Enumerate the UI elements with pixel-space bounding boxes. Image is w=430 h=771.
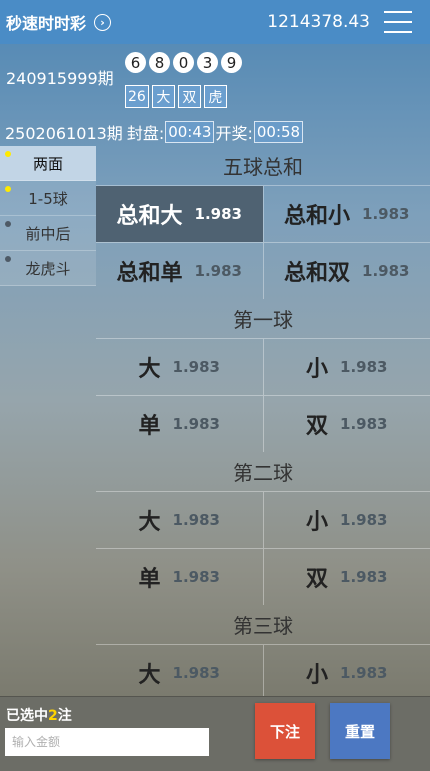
- draw-ball: 8: [149, 52, 170, 73]
- category-sidebar: 两面 1-5球前中后龙虎斗: [0, 146, 96, 286]
- bet-option-odds: 1.983: [173, 664, 220, 682]
- odds-row: 大 1.983 小 1.983: [96, 491, 430, 548]
- bet-option-odds: 1.983: [340, 358, 387, 376]
- bet-option[interactable]: 单 1.983: [96, 549, 263, 605]
- bet-option-name: 单: [139, 408, 161, 440]
- bet-option[interactable]: 大 1.983: [96, 492, 263, 548]
- sidebar-item-label: 龙虎斗: [25, 258, 70, 279]
- bet-option-odds: 1.983: [340, 511, 387, 529]
- sidebar-item-2[interactable]: 前中后: [0, 216, 96, 251]
- bet-option-odds: 1.983: [340, 568, 387, 586]
- current-period: 2502061013期: [5, 120, 123, 144]
- bet-option[interactable]: 大 1.983: [96, 339, 263, 395]
- close-countdown: 00:43: [165, 121, 214, 143]
- bet-option-odds: 1.983: [173, 511, 220, 529]
- sidebar-item-label: 前中后: [25, 223, 70, 244]
- reset-button[interactable]: 重置: [330, 703, 390, 759]
- close-label: 封盘:: [127, 120, 164, 144]
- game-title: 秒速时时彩: [6, 10, 86, 34]
- bet-option-name: 大: [139, 504, 161, 536]
- bet-option-odds: 1.983: [340, 664, 387, 682]
- bet-option[interactable]: 总和双 1.983: [263, 243, 430, 299]
- bet-option-odds: 1.983: [173, 568, 220, 586]
- bet-option-name: 小: [306, 351, 328, 383]
- betting-board: 五球总和总和大1.983总和小1.983总和单1.983总和双1.983第一球大…: [96, 146, 430, 696]
- draw-tags: 26大双虎: [125, 85, 230, 108]
- status-dot-icon: [5, 151, 11, 157]
- draw-tag: 双: [178, 85, 201, 108]
- bet-option[interactable]: 单 1.983: [96, 396, 263, 452]
- draw-tag: 26: [125, 85, 149, 108]
- bet-option[interactable]: 小 1.983: [263, 492, 430, 548]
- bet-option-name: 大: [139, 657, 161, 689]
- bet-option[interactable]: 大 1.983: [96, 645, 263, 696]
- sidebar-item-0[interactable]: 两面: [0, 146, 96, 181]
- draw-tag: 大: [152, 85, 175, 108]
- chevron-right-circle-icon[interactable]: ›: [94, 14, 111, 31]
- odds-row: 总和单 1.983 总和双 1.983: [96, 242, 430, 299]
- odds-row: 总和大 1.983 总和小 1.983: [96, 185, 430, 242]
- amount-input[interactable]: [5, 728, 209, 756]
- selected-count: 2: [48, 708, 58, 724]
- status-dot-icon: [5, 221, 11, 227]
- sidebar-item-label: 两面: [33, 153, 63, 174]
- status-dot-icon: [5, 186, 11, 192]
- bet-option-name: 双: [306, 561, 328, 593]
- open-countdown: 00:58: [254, 121, 303, 143]
- bet-option-name: 总和小: [284, 198, 350, 230]
- hamburger-menu-icon[interactable]: [384, 11, 412, 33]
- bet-option-name: 单: [139, 561, 161, 593]
- bet-option-name: 总和大: [117, 198, 183, 230]
- open-label: 开奖:: [215, 120, 252, 144]
- bet-option-odds: 1.983: [362, 205, 409, 223]
- odds-row: 大 1.983 小 1.983: [96, 338, 430, 395]
- bet-option-name: 总和单: [117, 255, 183, 287]
- odds-row: 单 1.983 双 1.983: [96, 548, 430, 605]
- bet-option-odds: 1.983: [173, 358, 220, 376]
- section-title: 第一球: [96, 299, 430, 338]
- selected-count-text: 已选中2注: [6, 705, 72, 725]
- odds-row: 单 1.983 双 1.983: [96, 395, 430, 452]
- last-draw-period: 240915999期: [6, 65, 114, 89]
- bet-option-name: 大: [139, 351, 161, 383]
- top-bar: 秒速时时彩 › 1214378.43: [0, 0, 430, 44]
- sidebar-item-label: 1-5球: [28, 188, 68, 209]
- account-balance: 1214378.43: [267, 12, 370, 32]
- draw-ball: 0: [173, 52, 194, 73]
- bet-option[interactable]: 小 1.983: [263, 645, 430, 696]
- bet-option[interactable]: 双 1.983: [263, 549, 430, 605]
- bet-option[interactable]: 双 1.983: [263, 396, 430, 452]
- submit-bet-button[interactable]: 下注: [255, 703, 315, 759]
- bet-footer: 已选中2注 下注 重置: [0, 696, 430, 771]
- bet-option-name: 小: [306, 657, 328, 689]
- draw-balls: 68039: [125, 52, 245, 73]
- bet-option-odds: 1.983: [173, 415, 220, 433]
- bet-option[interactable]: 小 1.983: [263, 339, 430, 395]
- odds-row: 大 1.983 小 1.983: [96, 644, 430, 696]
- sidebar-item-1[interactable]: 1-5球: [0, 181, 96, 216]
- bet-option-name: 小: [306, 504, 328, 536]
- section-title: 第二球: [96, 452, 430, 491]
- bet-option[interactable]: 总和小 1.983: [263, 186, 430, 242]
- bet-option[interactable]: 总和大 1.983: [96, 186, 263, 242]
- bet-option-name: 双: [306, 408, 328, 440]
- sidebar-item-3[interactable]: 龙虎斗: [0, 251, 96, 286]
- bet-option-odds: 1.983: [362, 262, 409, 280]
- countdown-row: 2502061013期 封盘: 00:43 开奖: 00:58: [0, 118, 430, 146]
- draw-ball: 3: [197, 52, 218, 73]
- status-dot-icon: [5, 256, 11, 262]
- game-selector[interactable]: 秒速时时彩 ›: [6, 10, 111, 34]
- section-title: 五球总和: [96, 146, 430, 185]
- draw-ball: 6: [125, 52, 146, 73]
- bet-option-odds: 1.983: [195, 262, 242, 280]
- section-title: 第三球: [96, 605, 430, 644]
- draw-tag: 虎: [204, 85, 227, 108]
- bet-option-odds: 1.983: [195, 205, 242, 223]
- last-draw-result: 240915999期 68039 26大双虎: [0, 52, 430, 110]
- bet-option-odds: 1.983: [340, 415, 387, 433]
- bet-option-name: 总和双: [284, 255, 350, 287]
- draw-ball: 9: [221, 52, 242, 73]
- bet-option[interactable]: 总和单 1.983: [96, 243, 263, 299]
